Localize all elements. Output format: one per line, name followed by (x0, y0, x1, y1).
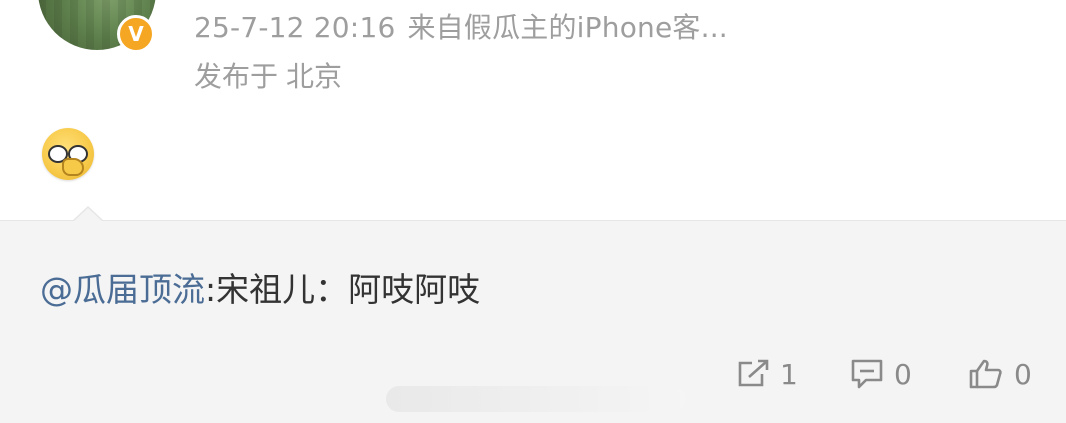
post-timestamp: 25-7-12 20:16 (194, 11, 396, 44)
post-header: V 25-7-12 20:16 来自假瓜主的iPhone客... 发布于 北京 (0, 0, 1066, 220)
comment-count: 0 (894, 357, 912, 391)
location-prefix: 发布于 (194, 60, 279, 93)
blurred-watermark (386, 386, 686, 412)
repost-icon (736, 359, 770, 389)
like-button[interactable]: 0 (968, 352, 1032, 396)
author-avatar-wrapper[interactable]: V (38, 0, 162, 82)
nerd-glasses-emoji-icon (42, 128, 94, 180)
post-meta: 25-7-12 20:16 来自假瓜主的iPhone客... (194, 6, 728, 46)
comment-button[interactable]: 0 (850, 352, 912, 396)
verified-badge-icon: V (117, 15, 155, 53)
post-location: 发布于 北京 (194, 55, 342, 95)
repost-button[interactable]: 1 (736, 352, 798, 396)
thumbs-up-icon (968, 358, 1004, 390)
like-count: 0 (1014, 357, 1032, 391)
quoted-mention[interactable]: @瓜届顶流 (40, 270, 205, 309)
quoted-text[interactable]: @瓜届顶流:宋祖儿：阿吱阿吱 (40, 263, 480, 311)
emoji-hand (62, 158, 84, 176)
post-source[interactable]: 来自假瓜主的iPhone客... (407, 11, 727, 44)
repost-count: 1 (780, 357, 798, 391)
comment-icon (850, 358, 884, 390)
location-city: 北京 (286, 60, 343, 93)
quoted-body: :宋祖儿：阿吱阿吱 (205, 270, 481, 309)
quoted-pointer-inner (73, 208, 103, 222)
